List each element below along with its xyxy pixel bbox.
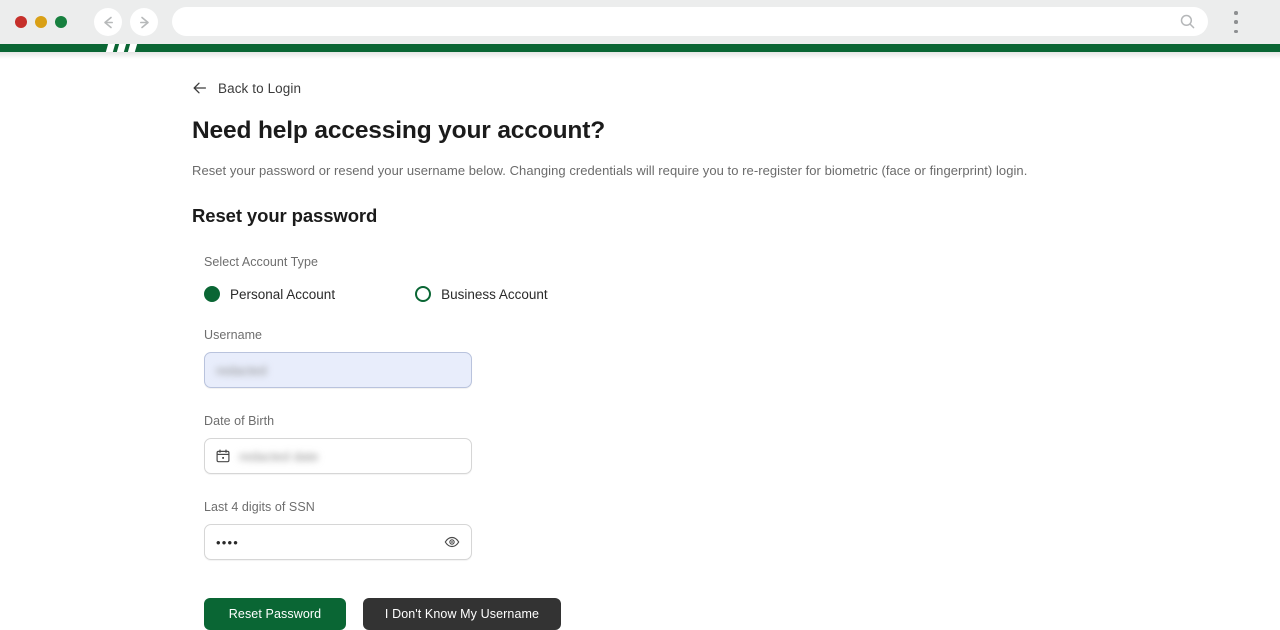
arrow-left-icon: [193, 82, 207, 94]
username-label: Username: [204, 328, 263, 342]
ssn-value: ••••: [216, 534, 240, 550]
window-traffic-lights: [15, 16, 67, 28]
page-title: Need help accessing your account?: [192, 117, 606, 144]
username-input[interactable]: redacted: [204, 352, 472, 388]
account-type-label: Select Account Type: [204, 255, 318, 269]
radio-selected-icon: [204, 286, 220, 302]
ssn-input[interactable]: ••••: [204, 524, 472, 560]
form-actions: Reset Password I Don't Know My Username: [204, 598, 1052, 630]
browser-chrome: [0, 0, 1280, 44]
account-type-options: Personal Account Business Account: [204, 286, 1052, 302]
dont-know-username-button[interactable]: I Don't Know My Username: [363, 598, 561, 630]
back-to-login-label: Back to Login: [218, 80, 302, 96]
reset-password-form: Select Account Type Personal Account Bus…: [192, 253, 1052, 630]
calendar-icon: [216, 449, 230, 463]
browser-nav-buttons: [94, 8, 158, 36]
username-value: redacted: [216, 362, 267, 378]
radio-personal-account-label: Personal Account: [230, 286, 336, 302]
more-vertical-icon: [1234, 11, 1238, 15]
radio-personal-account[interactable]: Personal Account: [204, 286, 335, 302]
more-vertical-icon: [1234, 29, 1238, 33]
radio-business-account[interactable]: Business Account: [415, 286, 548, 302]
more-vertical-icon: [1234, 20, 1238, 24]
arrow-left-icon: [103, 16, 113, 28]
date-of-birth-input[interactable]: redacted date: [204, 438, 472, 474]
window-maximize-button[interactable]: [55, 16, 67, 28]
field-username: Username redacted: [204, 328, 1052, 388]
header-shadow: [0, 52, 1280, 59]
eye-icon[interactable]: [444, 534, 460, 550]
browser-menu-button[interactable]: [1228, 9, 1244, 35]
radio-business-account-label: Business Account: [441, 286, 548, 302]
ssn-label: Last 4 digits of SSN: [204, 500, 315, 514]
account-type-group: Select Account Type: [204, 253, 1052, 271]
radio-unselected-icon: [415, 286, 432, 302]
arrow-right-icon: [139, 16, 149, 28]
page-body: Back to Login Need help accessing your a…: [0, 52, 1280, 630]
date-of-birth-label: Date of Birth: [204, 414, 275, 428]
section-title-reset-password: Reset your password: [192, 205, 378, 226]
content-column: Back to Login Need help accessing your a…: [192, 52, 1052, 630]
reset-password-button[interactable]: Reset Password: [204, 598, 346, 630]
field-date-of-birth: Date of Birth redacted date: [204, 414, 1052, 474]
address-bar[interactable]: [172, 7, 1208, 36]
back-button[interactable]: [94, 8, 122, 36]
window-minimize-button[interactable]: [35, 16, 47, 28]
search-icon: [1180, 14, 1195, 29]
back-to-login-link[interactable]: Back to Login: [192, 80, 301, 96]
date-of-birth-value: redacted date: [239, 448, 319, 464]
window-close-button[interactable]: [15, 16, 27, 28]
field-ssn: Last 4 digits of SSN ••••: [204, 500, 1052, 560]
page-description: Reset your password or resend your usern…: [192, 163, 1028, 178]
forward-button[interactable]: [130, 8, 158, 36]
